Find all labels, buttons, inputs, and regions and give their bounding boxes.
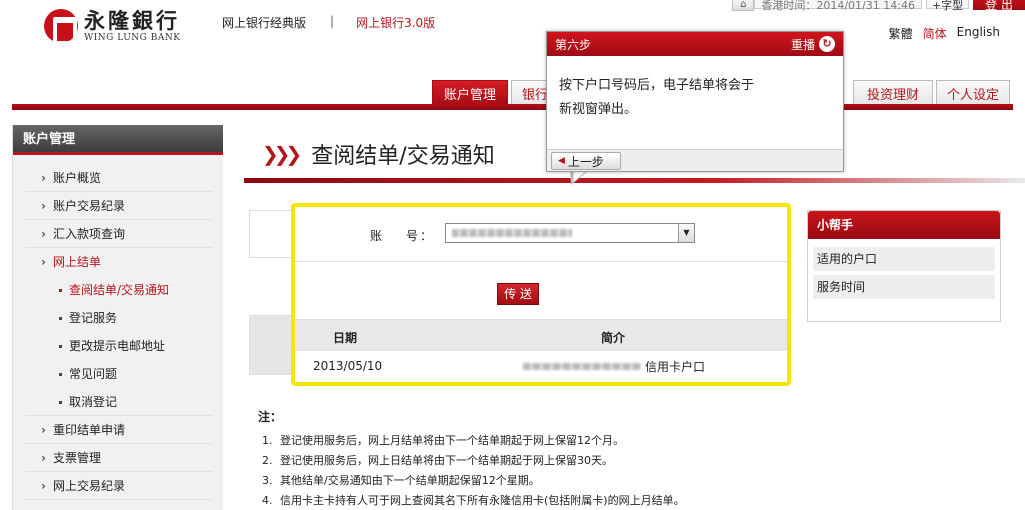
helper-title: 小帮手	[808, 211, 1000, 239]
col-desc: 简介	[601, 331, 626, 345]
sidebar-item-remittance[interactable]: 汇入款项查询	[25, 220, 213, 248]
sidebar-item-transactions[interactable]: 账户交易纪录	[25, 192, 213, 220]
note-item: 登记使用服务后，网上月结单将由下一个结单期起于网上保留12个月。	[276, 431, 685, 451]
popup-body: 按下户口号码后，电子结单将会于 新视窗弹出。	[547, 56, 843, 149]
bank-name-en: WING LUNG BANK	[84, 33, 181, 43]
account-row: 账号： ▼	[295, 207, 787, 262]
page-title-text: 查阅结单/交易通知	[311, 144, 495, 169]
sidebar-subitem-change-email[interactable]: 更改提示电邮地址	[25, 332, 213, 360]
row-account-masked[interactable]	[523, 363, 641, 370]
lang-english[interactable]: English	[957, 25, 1000, 42]
table-header: 日期 简介	[295, 319, 787, 351]
version-separator: |	[330, 14, 335, 28]
sidebar-subitem-register[interactable]: 登记服务	[25, 304, 213, 332]
popup-footer: ◀ 上一步	[547, 149, 843, 171]
tab-accounts[interactable]: 账户管理	[432, 80, 508, 105]
account-number-masked	[452, 229, 572, 237]
table-row[interactable]: 2013/05/10 信用卡户口	[295, 351, 787, 382]
row-date: 2013/05/10	[313, 359, 383, 373]
note-item: 其他结单/交易通知由下一个结单期起保留12个星期。	[276, 471, 685, 491]
page-title: ❯❯❯ 查阅结单/交易通知	[262, 138, 495, 170]
highlight-box: 账号： ▼ 传 送 日期 简介 2013/05/10 信用卡户口	[291, 203, 791, 386]
bank-logo-icon	[44, 9, 78, 45]
triangle-left-icon: ◀	[558, 156, 565, 166]
sidebar-subitem-faq[interactable]: 常见问题	[25, 360, 213, 388]
sidebar-item-estatement[interactable]: 网上结单	[25, 248, 213, 276]
home-icon[interactable]: ⌂	[732, 0, 755, 11]
sidebar-item-overview[interactable]: 账户概览	[25, 164, 213, 192]
v3-version-link[interactable]: 网上银行3.0版	[356, 14, 435, 31]
helper-item-accounts[interactable]: 适用的户口	[813, 247, 995, 271]
sidebar-subitem-cancel[interactable]: 取消登记	[25, 388, 213, 416]
logout-button[interactable]: 登 出	[973, 0, 1025, 12]
sidebar-item-cheque[interactable]: 支票管理	[25, 444, 213, 472]
replay-label: 重播	[790, 37, 815, 52]
note-item: 信用卡主卡持有人可于网上查阅其名下所有永隆信用卡(包括附属卡)的网上月结单。	[276, 491, 685, 510]
version-switcher: 网上银行经典版 | 网上银行3.0版	[222, 14, 435, 31]
notes: 注： 登记使用服务后，网上月结单将由下一个结单期起于网上保留12个月。 登记使用…	[258, 408, 685, 510]
sidebar-title: 账户管理	[13, 125, 223, 155]
classic-version-link[interactable]: 网上银行经典版	[222, 14, 306, 31]
prev-step-button[interactable]: ◀ 上一步	[551, 152, 621, 170]
sidebar-item-reprint[interactable]: 重印结单申请	[25, 416, 213, 444]
helper-panel: 小帮手 适用的户口 服务时间	[807, 210, 1001, 322]
send-button[interactable]: 传 送	[497, 283, 539, 305]
col-date: 日期	[333, 331, 358, 345]
popup-line-1: 按下户口号码后，电子结单将会于	[559, 78, 755, 93]
replay-button[interactable]: 重播 ↻	[791, 36, 835, 53]
bank-name-cn: 永隆銀行	[84, 8, 180, 33]
sidebar: 账户管理 账户概览 账户交易纪录 汇入款项查询 网上结单 查阅结单/交易通知 登…	[12, 125, 223, 510]
popup-line-2: 新视窗弹出。	[559, 102, 638, 117]
popup-header: 第六步 重播 ↻	[547, 32, 843, 56]
title-underline	[244, 178, 1025, 183]
notes-title: 注：	[258, 410, 283, 424]
prev-step-label: 上一步	[567, 154, 604, 169]
title-arrows-icon: ❯❯❯	[262, 142, 302, 166]
note-item: 登记使用服务后，网上日结单将由下一个结单期起于网上保留30天。	[276, 451, 685, 471]
sidebar-item-online-records[interactable]: 网上交易纪录	[25, 472, 213, 500]
tab-settings[interactable]: 个人设定	[936, 80, 1010, 105]
bank-logo[interactable]: 永隆銀行 WING LUNG BANK	[44, 8, 181, 45]
nav-divider	[12, 104, 1013, 110]
tab-bank[interactable]: 银行	[511, 80, 551, 105]
chevron-down-icon[interactable]: ▼	[678, 224, 694, 242]
row-desc: 信用卡户口	[645, 360, 706, 374]
account-label: 账号：	[370, 229, 435, 243]
hk-time: 香港时间：2014/01/31 14:46	[754, 0, 922, 12]
lang-simplified[interactable]: 简体	[923, 25, 947, 42]
language-switcher: 繁體 简体 English	[889, 25, 1000, 42]
top-bar: ⌂ 香港时间：2014/01/31 14:46 +字型 登 出	[732, 0, 1025, 14]
replay-icon: ↻	[819, 36, 835, 52]
helper-item-hours[interactable]: 服务时间	[813, 275, 995, 299]
tab-invest[interactable]: 投资理财	[853, 80, 933, 105]
lang-traditional[interactable]: 繁體	[889, 25, 913, 42]
sidebar-subitem-view-statement[interactable]: 查阅结单/交易通知	[25, 276, 213, 304]
tutorial-popup: 第六步 重播 ↻ 按下户口号码后，电子结单将会于 新视窗弹出。 ◀ 上一步	[546, 31, 844, 172]
font-size-button[interactable]: +字型	[925, 0, 970, 12]
table-background	[249, 315, 297, 375]
popup-step-title: 第六步	[555, 37, 592, 52]
account-select[interactable]: ▼	[445, 223, 695, 243]
